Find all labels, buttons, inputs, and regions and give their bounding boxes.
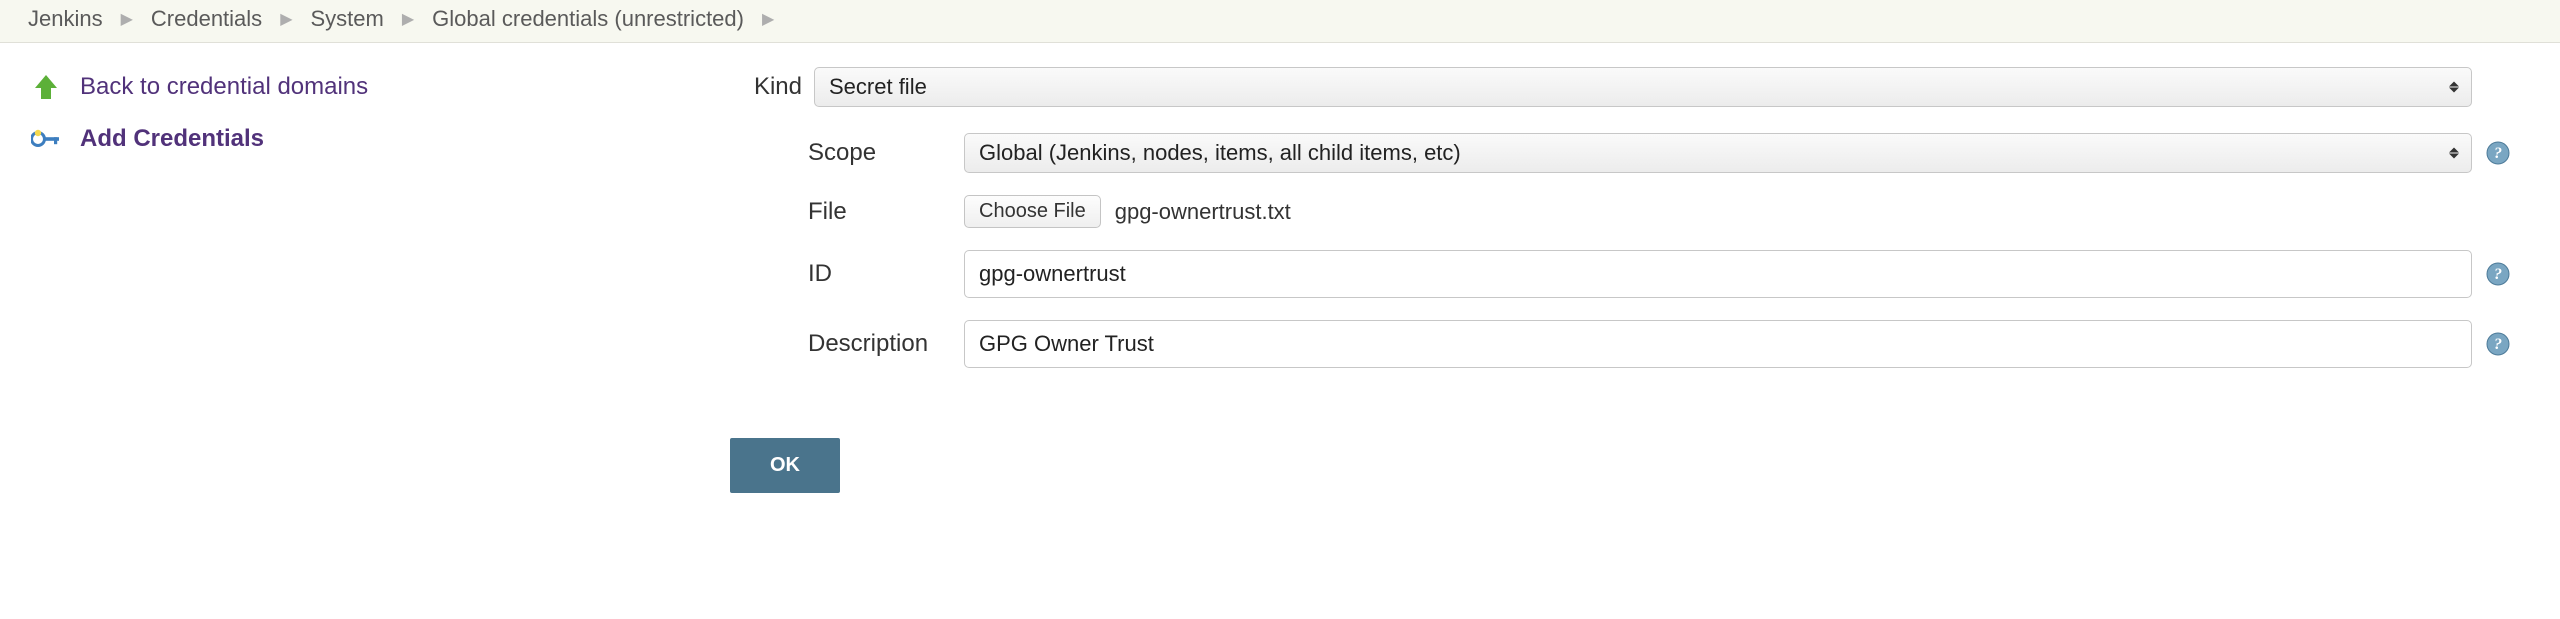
sidebar: Back to credential domains Add Credentia…: [30, 67, 730, 171]
sidebar-back-to-domains[interactable]: Back to credential domains: [30, 67, 730, 119]
scope-select[interactable]: Global (Jenkins, nodes, items, all child…: [964, 133, 2472, 173]
chosen-file-name: gpg-ownertrust.txt: [1115, 199, 1291, 225]
file-label: File: [730, 198, 952, 226]
breadcrumb-global-credentials[interactable]: Global credentials (unrestricted): [432, 6, 744, 32]
sidebar-add-credentials[interactable]: Add Credentials: [30, 119, 730, 171]
chevron-right-icon: ▶: [280, 9, 292, 29]
up-arrow-icon: [30, 73, 62, 101]
breadcrumb-jenkins[interactable]: Jenkins: [28, 6, 103, 32]
choose-file-button[interactable]: Choose File: [964, 195, 1101, 228]
scope-select-value: Global (Jenkins, nodes, items, all child…: [979, 140, 1461, 166]
svg-text:?: ?: [2494, 266, 2502, 283]
svg-text:?: ?: [2494, 336, 2502, 353]
kind-label: Kind: [730, 73, 802, 101]
ok-button[interactable]: OK: [730, 438, 840, 493]
key-icon: [30, 128, 62, 150]
breadcrumb-system[interactable]: System: [311, 6, 384, 32]
help-icon[interactable]: ?: [2486, 332, 2510, 356]
svg-text:?: ?: [2494, 145, 2502, 162]
updown-caret-icon: [2449, 148, 2459, 159]
chevron-right-icon: ▶: [121, 9, 133, 29]
sidebar-add-label: Add Credentials: [80, 125, 264, 153]
kind-select[interactable]: Secret file: [814, 67, 2472, 107]
description-label: Description: [730, 330, 952, 358]
description-input[interactable]: GPG Owner Trust: [964, 320, 2472, 368]
chevron-right-icon: ▶: [402, 9, 414, 29]
help-icon[interactable]: ?: [2486, 141, 2510, 165]
description-input-value: GPG Owner Trust: [979, 331, 1154, 357]
id-input[interactable]: gpg-ownertrust: [964, 250, 2472, 298]
id-input-value: gpg-ownertrust: [979, 261, 1126, 287]
id-label: ID: [730, 260, 952, 288]
credentials-form: Kind Secret file Scope Global (Jenkins, …: [730, 67, 2530, 515]
sidebar-back-label: Back to credential domains: [80, 73, 368, 101]
breadcrumb-credentials[interactable]: Credentials: [151, 6, 262, 32]
updown-caret-icon: [2449, 82, 2459, 93]
breadcrumb: Jenkins ▶ Credentials ▶ System ▶ Global …: [0, 0, 2560, 43]
chevron-right-icon: ▶: [762, 9, 774, 29]
help-icon[interactable]: ?: [2486, 262, 2510, 286]
scope-label: Scope: [730, 139, 952, 167]
kind-select-value: Secret file: [829, 74, 927, 100]
